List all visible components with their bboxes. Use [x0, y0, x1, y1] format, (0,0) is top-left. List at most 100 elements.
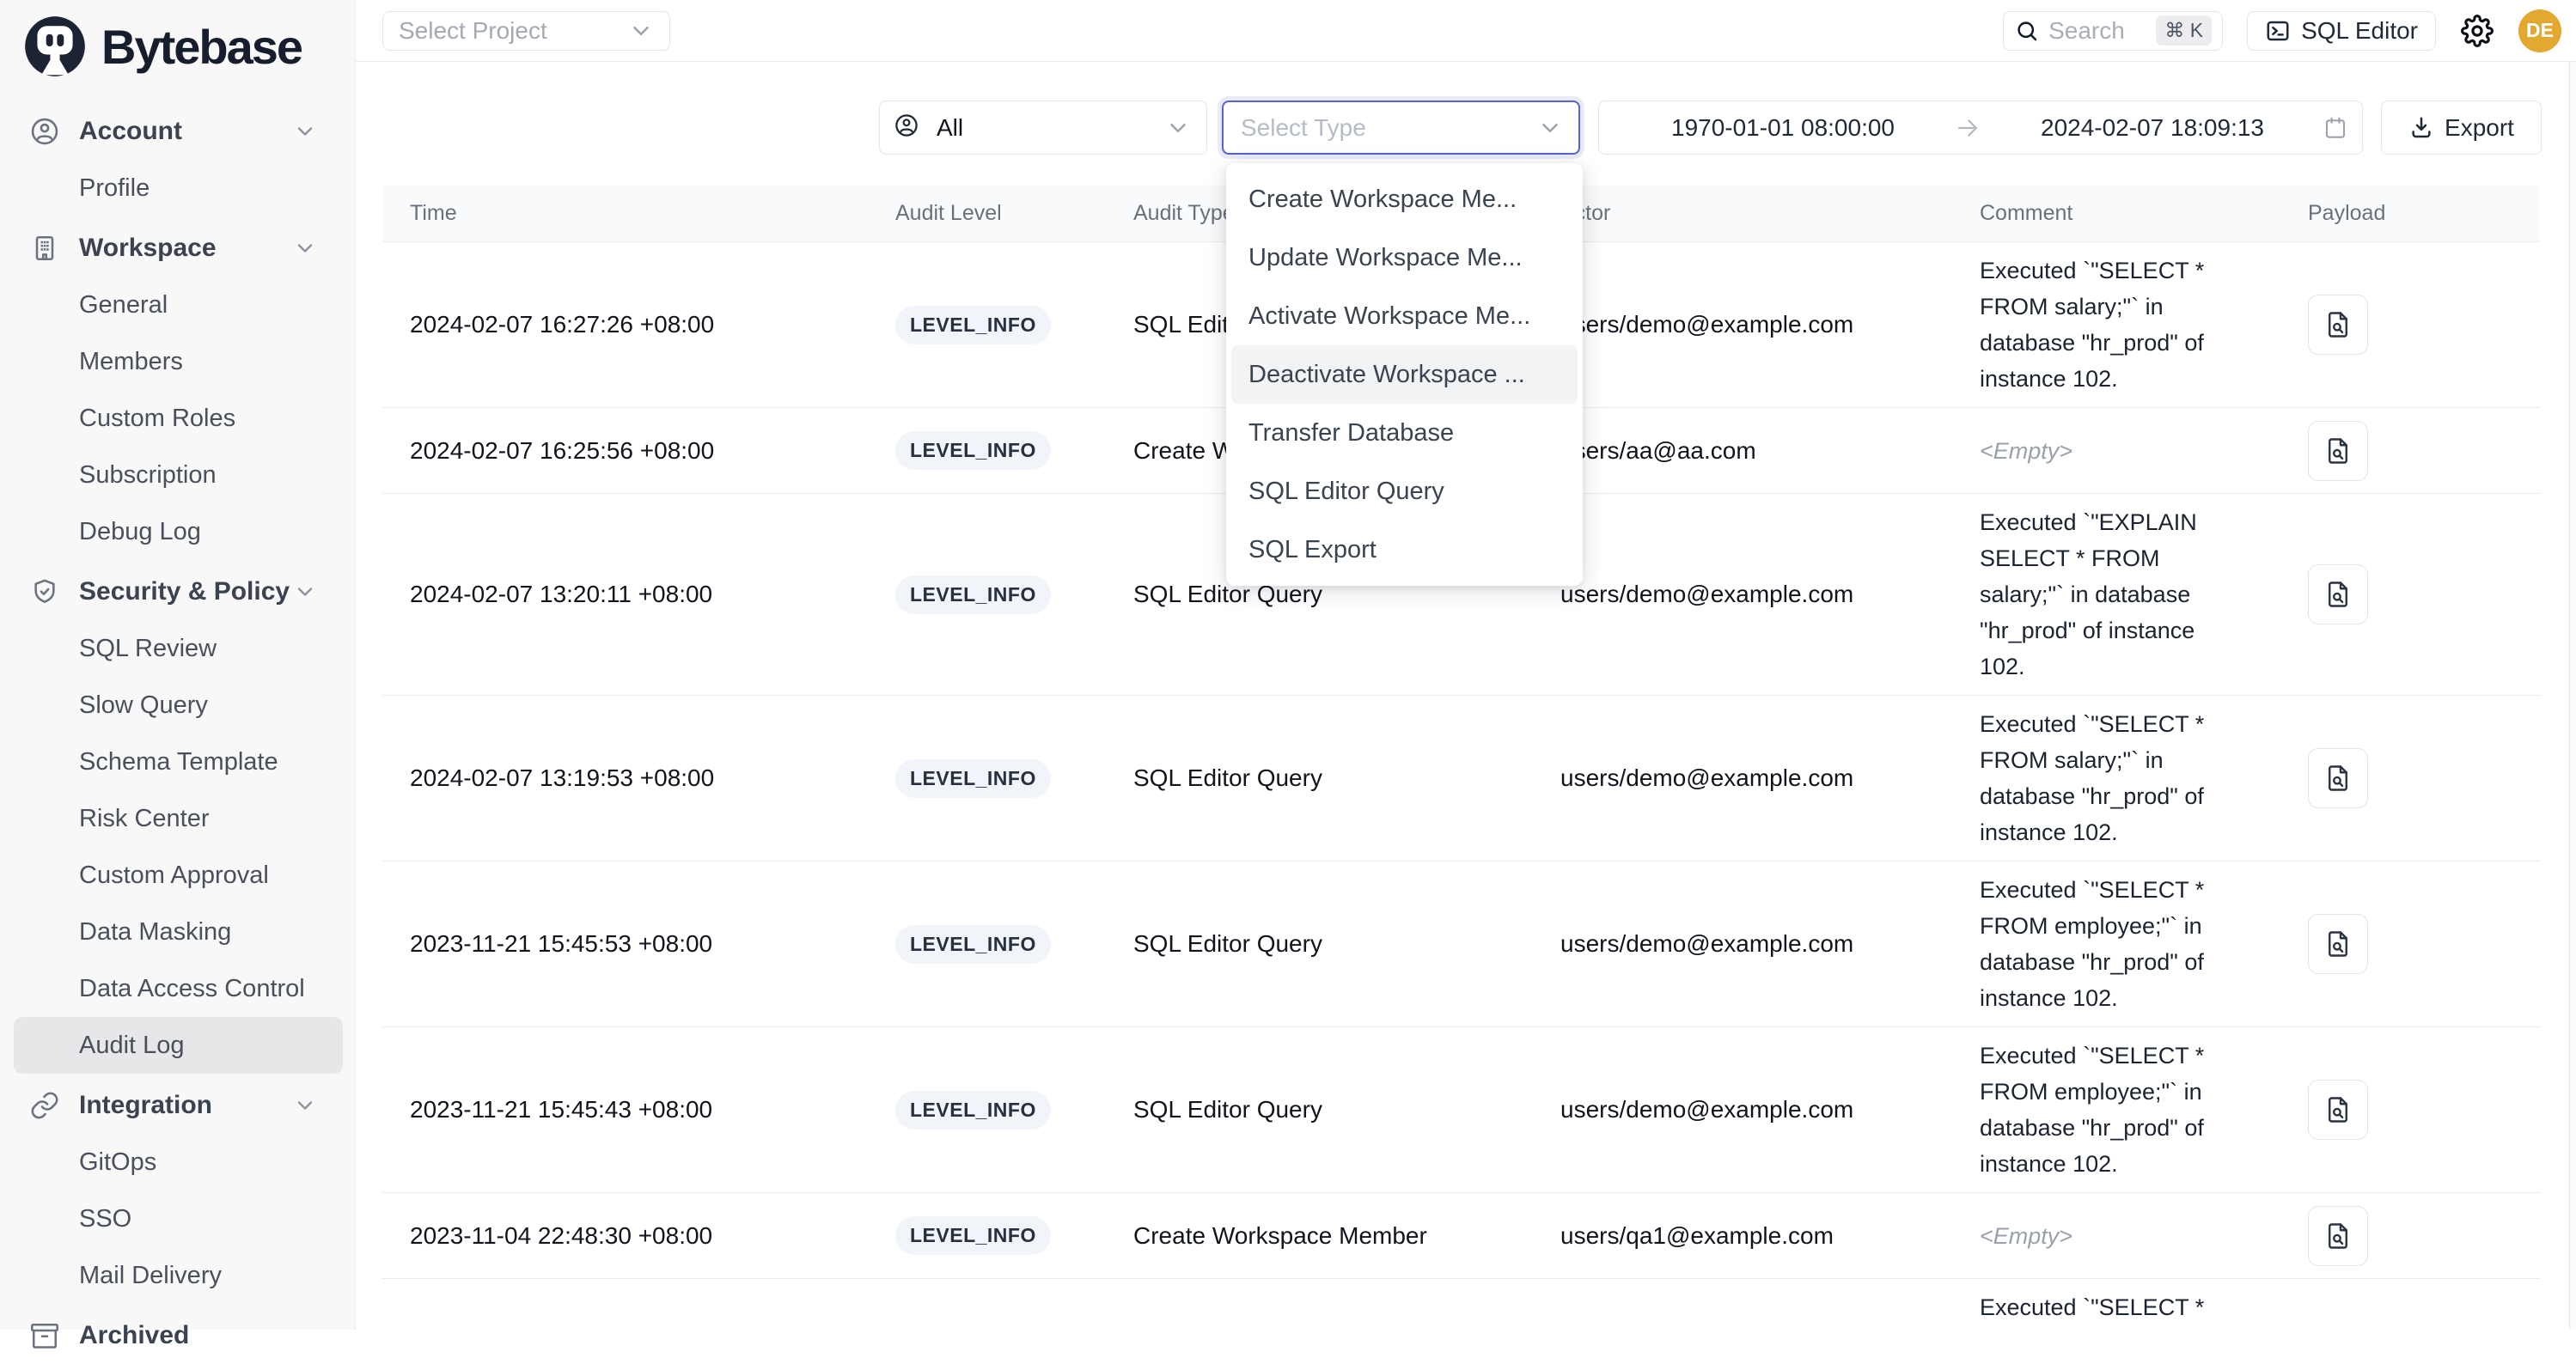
sidebar-item-profile[interactable]: Profile — [14, 160, 343, 216]
bytebase-logo[interactable]: Bytebase — [0, 0, 355, 88]
dropdown-item-deactivate-workspace[interactable]: Deactivate Workspace ... — [1231, 345, 1578, 404]
table-row: 2024-02-07 13:19:53 +08:00 LEVEL_INFO SQ… — [382, 696, 2540, 862]
column-header-comment: Comment — [1952, 201, 2280, 226]
table-row: 2023-11-04 22:48:30 +08:00 LEVEL_INFO Cr… — [382, 1193, 2540, 1279]
export-label: Export — [2445, 114, 2514, 142]
view-payload-button[interactable] — [2308, 295, 2368, 355]
sidebar-item-label: Mail Delivery — [79, 1262, 222, 1290]
project-select[interactable]: Select Project — [382, 11, 670, 51]
sidebar-item-data-masking[interactable]: Data Masking — [14, 904, 343, 960]
settings-gear-icon[interactable] — [2460, 14, 2494, 48]
sidebar-item-gitops[interactable]: GitOps — [14, 1134, 343, 1190]
cell-audit-type: Create Workspace Member — [1106, 1222, 1533, 1250]
export-button[interactable]: Export — [2381, 100, 2542, 155]
sidebar-item-risk-center[interactable]: Risk Center — [14, 790, 343, 847]
sidebar-item-integration[interactable]: Integration — [14, 1077, 343, 1134]
sidebar-item-members[interactable]: Members — [14, 333, 343, 390]
sql-editor-label: SQL Editor — [2301, 17, 2418, 45]
level-badge: LEVEL_INFO — [895, 575, 1051, 614]
sidebar-item-label: Data Masking — [79, 918, 231, 947]
sidebar-item-label: Workspace — [79, 234, 217, 263]
file-search-icon — [2323, 435, 2353, 466]
sidebar-item-schema-template[interactable]: Schema Template — [14, 734, 343, 790]
sidebar-item-subscription[interactable]: Subscription — [14, 447, 343, 503]
cell-time: 2024-02-07 16:27:26 +08:00 — [382, 311, 868, 338]
chevron-down-icon — [1537, 115, 1563, 141]
search-input[interactable]: Search ⌘ K — [2003, 11, 2223, 51]
column-header-audit-level: Audit Level — [868, 201, 1106, 226]
level-badge: LEVEL_INFO — [895, 759, 1051, 798]
sidebar-item-debug-log[interactable]: Debug Log — [14, 503, 343, 560]
view-payload-button[interactable] — [2308, 748, 2368, 808]
cell-time: 2023-11-21 15:45:53 +08:00 — [382, 930, 868, 958]
archive-icon — [29, 1320, 60, 1351]
cell-audit-level: LEVEL_INFO — [868, 925, 1106, 964]
sidebar-item-sql-review[interactable]: SQL Review — [14, 620, 343, 677]
sidebar-item-mail-delivery[interactable]: Mail Delivery — [14, 1247, 343, 1304]
sidebar-item-custom-roles[interactable]: Custom Roles — [14, 390, 343, 447]
cell-audit-level: LEVEL_INFO — [868, 759, 1106, 798]
sidebar-item-custom-approval[interactable]: Custom Approval — [14, 847, 343, 904]
type-filter-dropdown: Create Workspace Me...Update Workspace M… — [1226, 163, 1583, 586]
file-search-icon — [2323, 309, 2353, 340]
sidebar-item-label: Debug Log — [79, 518, 201, 546]
dropdown-item-activate-workspace-me[interactable]: Activate Workspace Me... — [1231, 287, 1578, 345]
view-payload-button[interactable] — [2308, 914, 2368, 974]
cell-time: 2024-02-07 16:25:56 +08:00 — [382, 437, 868, 465]
cell-audit-level: LEVEL_INFO — [868, 431, 1106, 470]
view-payload-button[interactable] — [2308, 1080, 2368, 1140]
cell-time: 2023-11-04 22:48:30 +08:00 — [382, 1222, 868, 1250]
search-icon — [2014, 18, 2040, 44]
sidebar-item-label: Audit Log — [79, 1032, 185, 1060]
chevron-down-icon — [293, 580, 317, 604]
cell-actor: users/demo@example.com — [1533, 311, 1952, 338]
vertical-scrollbar[interactable] — [2569, 62, 2576, 1330]
calendar-icon — [2323, 115, 2348, 141]
dropdown-item-create-workspace-me[interactable]: Create Workspace Me... — [1231, 170, 1578, 228]
sql-editor-button[interactable]: SQL Editor — [2247, 11, 2436, 51]
cell-comment: <Empty> — [1952, 1208, 2280, 1264]
sidebar-item-slow-query[interactable]: Slow Query — [14, 677, 343, 734]
view-payload-button[interactable] — [2308, 564, 2368, 624]
column-header-actor: Actor — [1533, 201, 1952, 226]
column-header-time: Time — [382, 201, 868, 226]
dropdown-item-transfer-database[interactable]: Transfer Database — [1231, 404, 1578, 462]
sidebar-item-audit-log[interactable]: Audit Log — [14, 1017, 343, 1074]
sidebar-item-archived[interactable]: Archived — [14, 1307, 343, 1364]
avatar[interactable]: DE — [2518, 9, 2561, 52]
chevron-down-icon — [293, 1093, 317, 1117]
dropdown-item-sql-export[interactable]: SQL Export — [1231, 521, 1578, 579]
sidebar-item-account[interactable]: Account — [14, 103, 343, 160]
download-icon — [2408, 115, 2434, 141]
bytebase-logo-icon — [22, 14, 88, 79]
sidebar-item-label: Account — [79, 117, 182, 146]
view-payload-button[interactable] — [2308, 421, 2368, 481]
chevron-down-icon — [293, 236, 317, 260]
sidebar-item-label: Archived — [79, 1321, 189, 1350]
sidebar-item-label: General — [79, 291, 168, 320]
sidebar-nav: Account Profile Workspace General Member… — [0, 88, 355, 1364]
cell-audit-type: SQL Editor Query — [1106, 1096, 1533, 1123]
sidebar-item-label: Custom Roles — [79, 405, 235, 433]
cell-comment: Executed `"SELECT * FROM salary;"` in da… — [1952, 242, 2280, 407]
level-badge: LEVEL_INFO — [895, 1091, 1051, 1130]
terminal-icon — [2265, 18, 2291, 44]
view-payload-button[interactable] — [2308, 1206, 2368, 1266]
file-search-icon — [2323, 579, 2353, 610]
type-filter-select[interactable]: Select Type — [1222, 100, 1580, 155]
actor-filter-select[interactable]: All — [879, 100, 1207, 155]
sidebar-item-data-access-control[interactable]: Data Access Control — [14, 960, 343, 1017]
sidebar-item-security-policy[interactable]: Security & Policy — [14, 563, 343, 620]
cell-comment: Executed `"SELECT * FROM employee;"` in … — [1952, 1027, 2280, 1192]
date-range-picker[interactable]: 1970-01-01 08:00:00 2024-02-07 18:09:13 — [1598, 100, 2363, 155]
topbar: Select Project Search ⌘ K SQL Editor DE — [356, 0, 2576, 62]
brand-name: Bytebase — [101, 19, 302, 75]
sidebar-item-workspace[interactable]: Workspace — [14, 220, 343, 277]
cell-actor: users/demo@example.com — [1533, 930, 1952, 958]
sidebar-item-label: GitOps — [79, 1148, 156, 1177]
sidebar-item-label: SSO — [79, 1205, 131, 1233]
sidebar-item-sso[interactable]: SSO — [14, 1190, 343, 1247]
dropdown-item-update-workspace-me[interactable]: Update Workspace Me... — [1231, 228, 1578, 287]
dropdown-item-sql-editor-query[interactable]: SQL Editor Query — [1231, 462, 1578, 521]
sidebar-item-general[interactable]: General — [14, 277, 343, 333]
